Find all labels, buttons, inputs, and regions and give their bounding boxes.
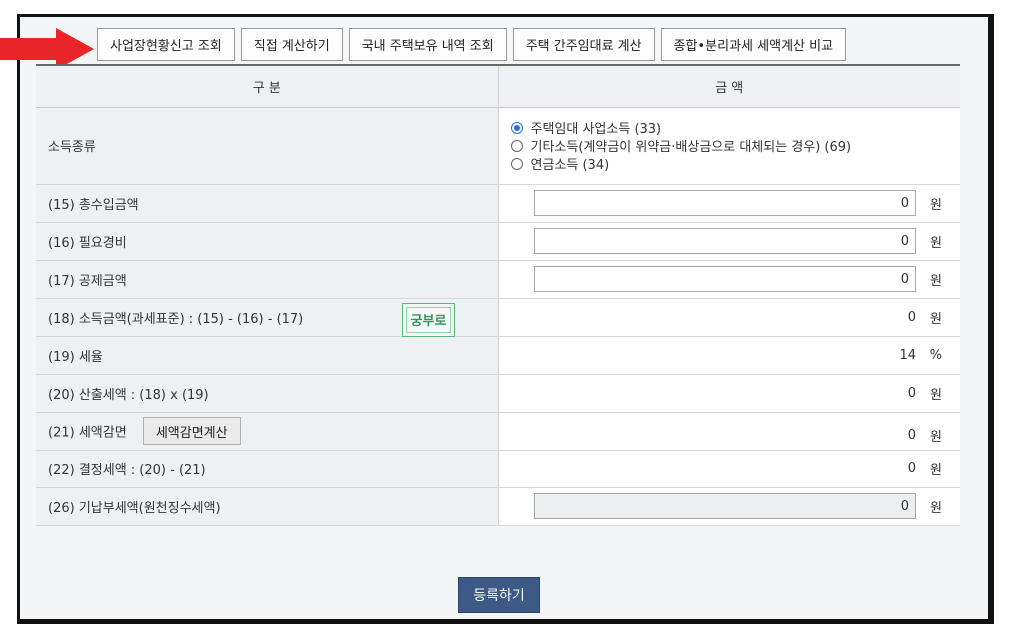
unit-label: 원 xyxy=(930,273,942,289)
table-row: (15) 총수입금액 원 xyxy=(36,184,960,223)
unit-label: 원 xyxy=(930,197,942,213)
domestic-housing-lookup-button[interactable]: 국내 주택보유 내역 조회 xyxy=(348,28,507,61)
table-row: (20) 산출세액 : (18) x (19) 0 원 xyxy=(36,374,960,413)
radio-unselected-icon[interactable] xyxy=(510,157,523,170)
tax-compare-button[interactable]: 종합•분리과세 세액계산 비교 xyxy=(660,28,847,61)
column-header-amount: 금 액 xyxy=(498,64,960,108)
direct-calculate-button[interactable]: 직접 계산하기 xyxy=(240,28,343,61)
business-status-report-lookup-button[interactable]: 사업장현황신고 조회 xyxy=(97,28,235,61)
determined-tax-value: 0 xyxy=(907,461,916,476)
radio-selected-icon[interactable] xyxy=(510,121,523,134)
radio-label: 기타소득(계약금이 위약금·배상금으로 대체되는 경우) (69) xyxy=(530,140,852,155)
row-label-prepaid-tax: (26) 기납부세액(원천징수세액) xyxy=(36,487,499,526)
row-label-text: (21) 세액감면 xyxy=(48,425,127,441)
row-label-income-type: 소득종류 xyxy=(36,107,499,185)
table-row: (21) 세액감면 세액감면계산 0 원 xyxy=(36,412,960,451)
row-label-tax-rate: (19) 세율 xyxy=(36,336,499,375)
unit-label: 원 xyxy=(930,500,942,516)
tax-rate-value: 14 xyxy=(899,347,916,363)
tax-calculation-table: 구 분 금 액 소득종류 주택임대 사업소득 (33) 기타소득(계약금이 위약… xyxy=(36,64,960,526)
row-label-calculated-tax: (20) 산출세액 : (18) x (19) xyxy=(36,374,499,413)
calculated-tax-value: 0 xyxy=(907,385,916,401)
row-label-total-revenue: (15) 총수입금액 xyxy=(36,184,499,223)
necessary-expenses-input[interactable] xyxy=(534,228,916,254)
table-row-income-type: 소득종류 주택임대 사업소득 (33) 기타소득(계약금이 위약금·배상금으로 … xyxy=(36,107,961,185)
row-label-determined-tax: (22) 결정세액 : (20) - (21) xyxy=(36,450,499,488)
radio-label: 연금소득 (34) xyxy=(530,158,610,173)
row-label-tax-reduction: (21) 세액감면 세액감면계산 xyxy=(36,412,499,451)
unit-label: 원 xyxy=(930,463,942,478)
column-header-category: 구 분 xyxy=(36,64,499,108)
deemed-rent-calc-button[interactable]: 주택 간주임대료 계산 xyxy=(512,28,655,61)
unit-label: 원 xyxy=(930,311,942,327)
table-row: (19) 세율 14 % xyxy=(36,336,960,375)
radio-option-rental-income[interactable]: 주택임대 사업소득 (33) xyxy=(499,119,961,137)
tax-reduction-value: 0 xyxy=(907,427,916,443)
unit-label: 원 xyxy=(930,387,942,403)
unit-label: 원 xyxy=(930,429,942,445)
tax-reduction-calc-button[interactable]: 세액감면계산 xyxy=(142,417,241,445)
row-label-income-amount: (18) 소득금액(과세표준) : (15) - (16) - (17) 궁부로 xyxy=(36,298,499,337)
unit-label: % xyxy=(929,347,942,363)
radio-label: 주택임대 사업소득 (33) xyxy=(530,122,662,137)
unit-label: 원 xyxy=(930,235,942,251)
table-row: (16) 필요경비 원 xyxy=(36,222,960,261)
radio-option-pension-income[interactable]: 연금소득 (34) xyxy=(499,155,961,173)
income-amount-value: 0 xyxy=(907,309,916,325)
register-button[interactable]: 등록하기 xyxy=(458,577,540,613)
watermark-stamp: 궁부로 xyxy=(402,302,455,337)
table-row: (18) 소득금액(과세표준) : (15) - (16) - (17) 궁부로… xyxy=(36,298,960,337)
deduction-amount-input[interactable] xyxy=(534,266,916,292)
row-label-text: (18) 소득금액(과세표준) : (15) - (16) - (17) xyxy=(48,311,304,327)
prepaid-tax-input xyxy=(534,493,916,519)
total-revenue-input[interactable] xyxy=(534,190,916,216)
row-label-necessary-expenses: (16) 필요경비 xyxy=(36,222,499,261)
table-row: (26) 기납부세액(원천징수세액) 원 xyxy=(36,487,960,526)
radio-option-other-income[interactable]: 기타소득(계약금이 위약금·배상금으로 대체되는 경우) (69) xyxy=(499,137,961,155)
table-row: (17) 공제금액 원 xyxy=(36,260,960,299)
toolbar: 사업장현황신고 조회 직접 계산하기 국내 주택보유 내역 조회 주택 간주임대… xyxy=(97,28,847,62)
row-label-deduction-amount: (17) 공제금액 xyxy=(36,260,499,299)
table-row: (22) 결정세액 : (20) - (21) 0 원 xyxy=(36,450,960,488)
income-type-radio-group: 주택임대 사업소득 (33) 기타소득(계약금이 위약금·배상금으로 대체되는 … xyxy=(498,107,961,185)
radio-unselected-icon[interactable] xyxy=(510,139,523,152)
